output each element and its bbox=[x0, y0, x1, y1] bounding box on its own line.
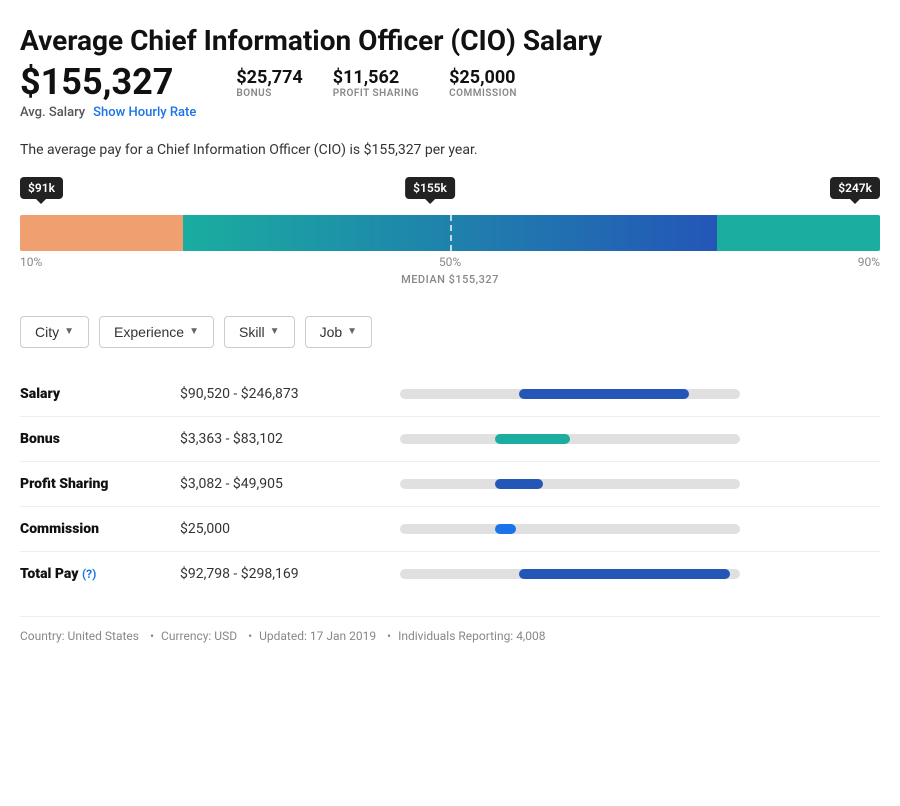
skill-chevron-icon: ▼ bbox=[270, 326, 280, 337]
avg-salary-label-row: Avg. Salary Show Hourly Rate bbox=[20, 105, 196, 120]
commission-label: COMMISSION bbox=[449, 88, 517, 99]
commission-stat: $25,000 COMMISSION bbox=[449, 67, 517, 99]
comp-range-2: $3,082 - $49,905 bbox=[180, 461, 400, 506]
profit-sharing-label: PROFIT SHARING bbox=[333, 88, 419, 99]
comp-bar-fill-2 bbox=[495, 479, 543, 489]
low-tooltip: $91k bbox=[20, 177, 63, 199]
bonus-value: $25,774 bbox=[236, 67, 302, 88]
compensation-table: Salary$90,520 - $246,873Bonus$3,363 - $8… bbox=[20, 372, 880, 596]
comp-range-1: $3,363 - $83,102 bbox=[180, 416, 400, 461]
main-salary-value: $155,327 bbox=[20, 63, 196, 103]
comp-bar-track-2 bbox=[400, 479, 740, 489]
high-percentile-label: 90% bbox=[858, 255, 880, 269]
comp-bar-fill-1 bbox=[495, 434, 570, 444]
city-filter-label: City bbox=[35, 324, 59, 340]
total-pay-question-mark[interactable]: (?) bbox=[82, 567, 96, 581]
comp-bar-cell-2 bbox=[400, 461, 880, 506]
experience-chevron-icon: ▼ bbox=[189, 326, 199, 337]
experience-filter-button[interactable]: Experience ▼ bbox=[99, 316, 214, 348]
comp-row-salary: Salary$90,520 - $246,873 bbox=[20, 372, 880, 417]
comp-label-4: Total Pay (?) bbox=[20, 551, 180, 596]
comp-bar-cell-3 bbox=[400, 506, 880, 551]
profit-sharing-value: $11,562 bbox=[333, 67, 419, 88]
comp-label-0: Salary bbox=[20, 372, 180, 417]
extra-stats: $25,774 BONUS $11,562 PROFIT SHARING $25… bbox=[236, 63, 517, 99]
city-chevron-icon: ▼ bbox=[64, 326, 74, 337]
comp-row-bonus: Bonus$3,363 - $83,102 bbox=[20, 416, 880, 461]
job-filter-button[interactable]: Job ▼ bbox=[305, 316, 372, 348]
experience-filter-label: Experience bbox=[114, 324, 184, 340]
comp-bar-cell-0 bbox=[400, 372, 880, 417]
comp-bar-cell-1 bbox=[400, 416, 880, 461]
comp-bar-track-4 bbox=[400, 569, 740, 579]
low-percentile-label: 10% bbox=[20, 255, 42, 269]
comp-bar-fill-4 bbox=[519, 569, 730, 579]
footer-individuals: Individuals Reporting: 4,008 bbox=[398, 629, 545, 643]
comp-bar-fill-0 bbox=[519, 389, 689, 399]
salary-description: The average pay for a Chief Information … bbox=[20, 140, 880, 161]
skill-filter-label: Skill bbox=[239, 324, 265, 340]
comp-row-profit-sharing: Profit Sharing$3,082 - $49,905 bbox=[20, 461, 880, 506]
comp-range-4: $92,798 - $298,169 bbox=[180, 551, 400, 596]
commission-value: $25,000 bbox=[449, 67, 517, 88]
page-title: Average Chief Information Officer (CIO) … bbox=[20, 24, 880, 57]
percentile-row: 10% 50% 90% bbox=[20, 255, 880, 269]
comp-label-2: Profit Sharing bbox=[20, 461, 180, 506]
filter-row: City ▼ Experience ▼ Skill ▼ Job ▼ bbox=[20, 316, 880, 348]
city-filter-button[interactable]: City ▼ bbox=[20, 316, 89, 348]
skill-filter-button[interactable]: Skill ▼ bbox=[224, 316, 295, 348]
comp-row-commission: Commission$25,000 bbox=[20, 506, 880, 551]
footer-currency: Currency: USD bbox=[161, 629, 237, 643]
bonus-stat: $25,774 BONUS bbox=[236, 67, 302, 99]
bonus-label: BONUS bbox=[236, 88, 302, 99]
salary-bar bbox=[20, 215, 880, 251]
avg-salary-block: $155,327 Avg. Salary Show Hourly Rate bbox=[20, 63, 196, 120]
job-chevron-icon: ▼ bbox=[347, 326, 357, 337]
bar-mid-segment bbox=[183, 215, 716, 251]
high-tooltip: $247k bbox=[830, 177, 880, 199]
show-hourly-rate-link[interactable]: Show Hourly Rate bbox=[93, 105, 196, 120]
comp-bar-fill-3 bbox=[495, 524, 515, 534]
comp-bar-track-1 bbox=[400, 434, 740, 444]
tooltip-row: $91k $155k $247k bbox=[20, 177, 880, 213]
comp-label-1: Bonus bbox=[20, 416, 180, 461]
salary-bar-section: $91k $155k $247k 10% 50% 90% MEDIAN $155… bbox=[20, 177, 880, 286]
bar-high-segment bbox=[717, 215, 880, 251]
mid-percentile-label: 50% bbox=[439, 255, 461, 269]
salary-header: $155,327 Avg. Salary Show Hourly Rate $2… bbox=[20, 63, 880, 120]
comp-bar-track-3 bbox=[400, 524, 740, 534]
comp-range-3: $25,000 bbox=[180, 506, 400, 551]
comp-row-total-pay: Total Pay (?)$92,798 - $298,169 bbox=[20, 551, 880, 596]
comp-label-3: Commission bbox=[20, 506, 180, 551]
mid-tooltip: $155k bbox=[405, 177, 455, 199]
comp-bar-track-0 bbox=[400, 389, 740, 399]
bar-median-line bbox=[450, 215, 452, 251]
comp-range-0: $90,520 - $246,873 bbox=[180, 372, 400, 417]
median-label: MEDIAN $155,327 bbox=[20, 273, 880, 286]
footer-country: Country: United States bbox=[20, 629, 139, 643]
comp-bar-cell-4 bbox=[400, 551, 880, 596]
bar-low-segment bbox=[20, 215, 183, 251]
footer-info: Country: United States • Currency: USD •… bbox=[20, 616, 880, 643]
job-filter-label: Job bbox=[320, 324, 343, 340]
profit-sharing-stat: $11,562 PROFIT SHARING bbox=[333, 67, 419, 99]
avg-salary-label: Avg. Salary bbox=[20, 105, 85, 120]
footer-updated: Updated: 17 Jan 2019 bbox=[259, 629, 376, 643]
